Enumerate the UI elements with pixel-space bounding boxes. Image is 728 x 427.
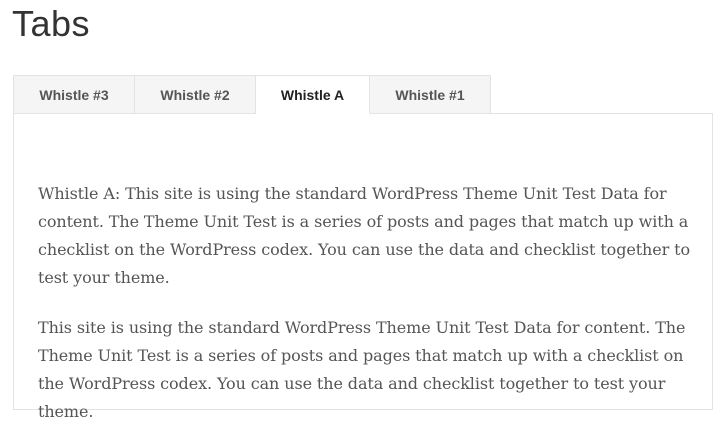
tab-whistle-1[interactable]: Whistle #1 <box>370 75 491 114</box>
tab-whistle-2[interactable]: Whistle #2 <box>135 75 256 114</box>
page-title: Tabs <box>12 3 91 44</box>
tab-whistle-a[interactable]: Whistle A <box>256 75 370 114</box>
tab-whistle-3[interactable]: Whistle #3 <box>13 75 135 114</box>
panel-paragraph: This site is using the standard WordPres… <box>38 318 686 421</box>
panel-paragraph: Whistle A: This site is using the standa… <box>38 184 691 287</box>
tabs-widget: Whistle #3 Whistle #2 Whistle A Whistle … <box>13 75 713 421</box>
tab-panel-whistle-a: Whistle A: This site is using the standa… <box>13 113 713 421</box>
tab-list: Whistle #3 Whistle #2 Whistle A Whistle … <box>13 75 713 114</box>
